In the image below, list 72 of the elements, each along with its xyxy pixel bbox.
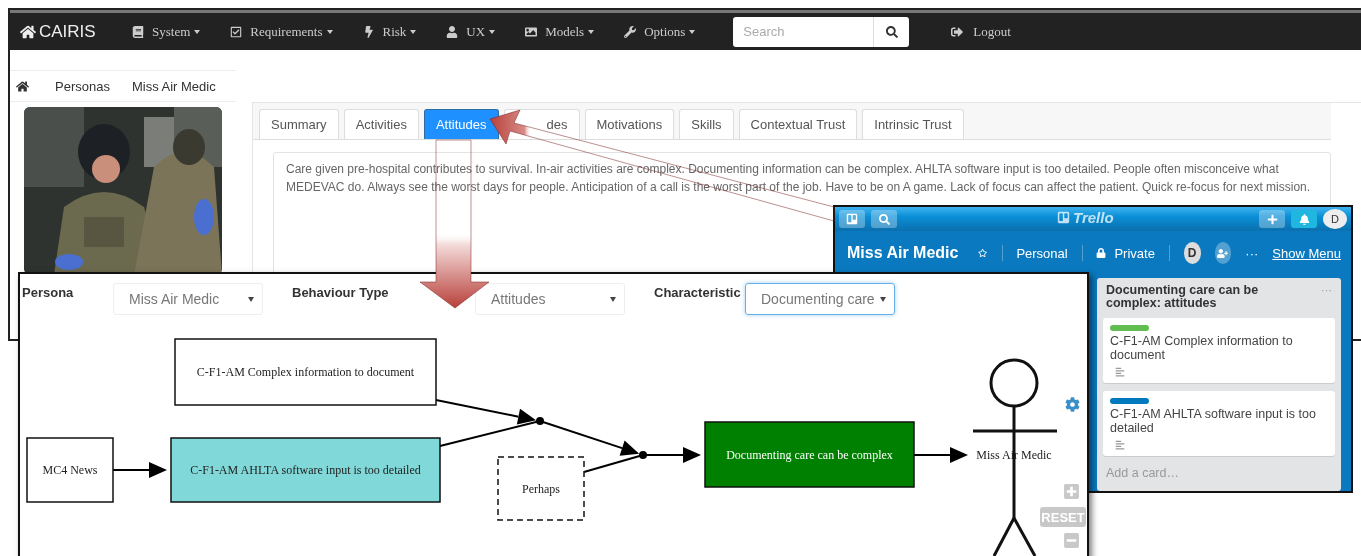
tab[interactable]: Skills	[679, 109, 734, 139]
trello-logo: Trello	[1073, 209, 1114, 226]
diagram-node[interactable]: C-F1-AM Complex information to document	[174, 338, 437, 406]
card-title: C-F1-AM Complex information to document	[1110, 334, 1294, 362]
nav-menu[interactable]: UX	[466, 23, 486, 40]
filter-select[interactable]: Documenting care	[745, 283, 895, 315]
tab[interactable]: Motivations	[584, 109, 675, 139]
filter-label: Behaviour Type	[292, 285, 390, 300]
caret-icon[interactable]	[410, 29, 417, 34]
nav-menu[interactable]: Models	[545, 23, 585, 40]
trello-card[interactable]: C-F1-AM Complex information to document	[1103, 318, 1335, 383]
diagram-node[interactable]: MC4 News	[26, 437, 114, 503]
bolt-icon[interactable]	[362, 25, 375, 38]
home-icon[interactable]	[16, 79, 29, 93]
breadcrumb-link[interactable]: Miss Air Medic	[131, 78, 216, 94]
nav-menu[interactable]: System	[152, 23, 191, 40]
caret-icon[interactable]	[489, 29, 496, 34]
junction-dot	[536, 417, 544, 425]
junction-dot	[639, 451, 647, 459]
check-icon[interactable]	[230, 25, 243, 38]
filter-select[interactable]: Miss Air Medic	[113, 283, 263, 315]
book-icon[interactable]	[132, 25, 144, 38]
logout-icon[interactable]	[951, 25, 964, 38]
visibility-link[interactable]: Private	[1114, 245, 1155, 261]
add-button[interactable]	[1259, 210, 1285, 228]
diagram-node[interactable]: Documenting care can be complex	[704, 421, 915, 488]
diagram-node[interactable]: Perhaps	[497, 456, 585, 521]
image-icon[interactable]	[525, 25, 538, 38]
tab[interactable]: Intrinsic Trust	[862, 109, 964, 139]
connector-arrow	[112, 462, 167, 478]
filter-label: Persona	[22, 285, 75, 300]
tab[interactable]: Summary	[259, 109, 339, 139]
breadcrumb-link[interactable]: Personas	[55, 78, 110, 94]
filter-label: Characteristic	[654, 285, 742, 300]
connector-arrow	[913, 447, 968, 463]
home-icon[interactable]	[20, 23, 36, 40]
boards-button[interactable]	[839, 210, 865, 228]
caret-icon[interactable]	[588, 29, 595, 34]
search-icon[interactable]	[885, 25, 898, 38]
description-icon	[1115, 367, 1125, 377]
search-button[interactable]	[873, 16, 910, 47]
lock-icon[interactable]	[1096, 248, 1107, 258]
user-avatar[interactable]: D	[1323, 209, 1347, 229]
nav-menu[interactable]: Risk	[382, 23, 407, 40]
logout-link[interactable]: Logout	[973, 23, 1011, 40]
description-icon	[1115, 440, 1125, 450]
caret-icon[interactable]	[326, 29, 333, 34]
add-user-icon[interactable]	[1217, 247, 1229, 259]
list-title: Documenting care can be complex: attitudes	[1106, 284, 1260, 310]
team-link[interactable]: Personal	[1016, 245, 1068, 261]
trello-card[interactable]: C-F1-AM AHLTA software input is too detailed	[1103, 391, 1335, 456]
board-icon[interactable]	[846, 213, 858, 225]
board-icon	[1057, 211, 1070, 224]
nav-menu[interactable]: Requirements	[250, 23, 323, 40]
star-icon[interactable]	[978, 247, 988, 259]
caret-icon[interactable]	[194, 29, 201, 34]
search-field[interactable]: Search	[733, 16, 874, 47]
add-member-button[interactable]	[1214, 242, 1232, 264]
card-title: C-F1-AM AHLTA software input is too detailed	[1110, 407, 1317, 435]
member-avatar[interactable]: D	[1183, 242, 1201, 264]
wrench-icon[interactable]	[624, 25, 637, 38]
board-title: Miss Air Medic	[847, 244, 959, 262]
more-icon[interactable]: ···	[1245, 245, 1259, 261]
tab[interactable]: Contextual Trust	[738, 109, 858, 139]
user-icon[interactable]	[446, 25, 459, 38]
nav-menu[interactable]: Options	[644, 23, 686, 40]
settings-button[interactable]	[1065, 397, 1080, 412]
caret-icon[interactable]	[689, 29, 696, 34]
diagram-node[interactable]: C-F1-AM AHLTA software input is too detailed	[170, 437, 441, 503]
tab[interactable]: Activities	[343, 109, 419, 139]
plus-icon[interactable]	[1266, 213, 1278, 225]
brand-name[interactable]: CAIRIS	[39, 21, 96, 42]
